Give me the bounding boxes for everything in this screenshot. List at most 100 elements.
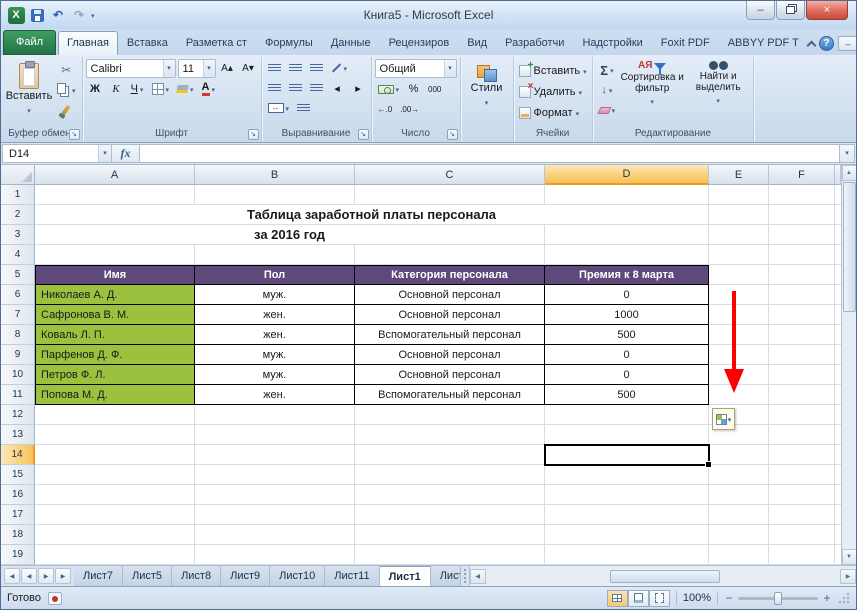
cell[interactable] <box>709 225 769 245</box>
increase-indent-button[interactable]: ▸ <box>349 79 368 97</box>
cell[interactable] <box>545 465 709 485</box>
decrease-indent-button[interactable]: ◂ <box>328 79 347 97</box>
row-header-5[interactable]: 5 <box>1 265 35 285</box>
excel-app-icon[interactable]: X <box>7 6 25 24</box>
macro-record-button[interactable] <box>48 592 62 605</box>
font-dialog-launcher[interactable]: ↘ <box>248 129 259 140</box>
increase-decimal-button[interactable]: ←.0 <box>375 100 396 118</box>
font-size-select[interactable]: 11 <box>178 59 216 78</box>
cell[interactable] <box>709 445 769 465</box>
employee-name-cell[interactable]: Коваль Л. П. <box>35 325 195 345</box>
save-button[interactable] <box>28 6 46 24</box>
borders-button[interactable] <box>149 80 173 98</box>
normal-view-button[interactable] <box>607 590 628 607</box>
expand-formula-bar-icon[interactable] <box>840 144 855 163</box>
underline-button[interactable]: Ч <box>128 80 147 98</box>
ribbon-tab-Вставка[interactable]: Вставка <box>118 31 177 55</box>
row-header-1[interactable]: 1 <box>1 185 35 205</box>
cell[interactable] <box>35 545 195 565</box>
align-middle-button[interactable] <box>286 59 305 77</box>
gender-cell[interactable]: жен. <box>195 305 355 325</box>
cell[interactable] <box>195 485 355 505</box>
align-center-button[interactable] <box>286 79 305 97</box>
cell[interactable] <box>769 385 835 405</box>
cell[interactable] <box>769 185 835 205</box>
ribbon-tab-Разметка ст[interactable]: Разметка ст <box>177 31 256 55</box>
ribbon-tab-Формулы[interactable]: Формулы <box>256 31 322 55</box>
zoom-in-button[interactable]: + <box>822 591 832 605</box>
row-header-9[interactable]: 9 <box>1 345 35 365</box>
cell[interactable] <box>709 545 769 565</box>
cell[interactable] <box>355 185 545 205</box>
cell[interactable] <box>355 465 545 485</box>
row-header-19[interactable]: 19 <box>1 545 35 565</box>
bonus-cell[interactable]: 500 <box>545 325 709 345</box>
sort-filter-button[interactable]: АЯ Сортировка и фильтр <box>620 59 684 107</box>
sheet-tab-Лист5[interactable]: Лист5 <box>123 566 172 586</box>
employee-name-cell[interactable]: Сафронова В. М. <box>35 305 195 325</box>
cell[interactable] <box>769 485 835 505</box>
cell[interactable] <box>195 545 355 565</box>
decrease-decimal-button[interactable]: .00→ <box>397 100 422 118</box>
cell[interactable] <box>709 265 769 285</box>
cell[interactable] <box>545 185 709 205</box>
cell[interactable] <box>195 405 355 425</box>
cell[interactable] <box>769 425 835 445</box>
clear-button[interactable] <box>596 101 619 119</box>
gender-cell[interactable]: жен. <box>195 325 355 345</box>
cell[interactable] <box>769 225 835 245</box>
cell[interactable] <box>709 245 769 265</box>
font-name-select[interactable]: Calibri <box>86 59 176 78</box>
cell[interactable] <box>709 465 769 485</box>
insert-function-button[interactable]: fx <box>112 144 140 163</box>
row-header-8[interactable]: 8 <box>1 325 35 345</box>
ribbon-tab-Вид[interactable]: Вид <box>458 31 496 55</box>
workbook-minimize-button[interactable]: – <box>838 36 857 51</box>
close-button[interactable]: × <box>806 1 848 20</box>
cell[interactable] <box>769 265 835 285</box>
cell[interactable] <box>769 345 835 365</box>
grow-font-button[interactable]: А▴ <box>218 60 237 78</box>
bonus-cell[interactable]: 0 <box>545 365 709 385</box>
cell[interactable] <box>545 225 709 245</box>
sheet-tab-Лист9[interactable]: Лист9 <box>221 566 270 586</box>
row-header-3[interactable]: 3 <box>1 225 35 245</box>
row-header-12[interactable]: 12 <box>1 405 35 425</box>
cell[interactable] <box>195 185 355 205</box>
minimize-ribbon-icon[interactable] <box>806 40 816 50</box>
scroll-down-button[interactable]: ▼ <box>842 549 857 565</box>
align-left-button[interactable] <box>265 79 284 97</box>
ribbon-tab-Надстройки[interactable]: Надстройки <box>573 31 651 55</box>
cell[interactable] <box>35 445 195 465</box>
undo-button[interactable]: ↶ <box>49 6 67 24</box>
zoom-thumb[interactable] <box>774 592 782 605</box>
name-box[interactable]: D14 <box>2 144 112 163</box>
cell[interactable] <box>769 245 835 265</box>
category-cell[interactable]: Основной персонал <box>355 285 545 305</box>
cell[interactable] <box>355 505 545 525</box>
bonus-cell[interactable]: 1000 <box>545 305 709 325</box>
cell[interactable] <box>35 245 195 265</box>
row-header-16[interactable]: 16 <box>1 485 35 505</box>
ribbon-tab-Рецензиров[interactable]: Рецензиров <box>380 31 459 55</box>
row-header-10[interactable]: 10 <box>1 365 35 385</box>
cell[interactable] <box>355 525 545 545</box>
ribbon-tab-Главная[interactable]: Главная <box>58 31 118 55</box>
cell[interactable] <box>35 485 195 505</box>
table-header-cell[interactable]: Пол <box>195 265 355 285</box>
previous-sheet-button[interactable]: ◀ <box>21 568 37 584</box>
insert-cells-button[interactable]: Вставить <box>517 61 589 80</box>
ribbon-tab-ABBYY PDF T[interactable]: ABBYY PDF T <box>719 31 808 55</box>
table-header-cell[interactable]: Имя <box>35 265 195 285</box>
vertical-scrollbar[interactable]: ▲ ▼ <box>841 165 856 565</box>
bonus-cell[interactable]: 0 <box>545 285 709 305</box>
cell[interactable] <box>709 525 769 545</box>
last-sheet-button[interactable]: ▶ <box>55 568 71 584</box>
row-header-18[interactable]: 18 <box>1 525 35 545</box>
cell[interactable] <box>195 425 355 445</box>
table-title[interactable]: Таблица заработной платы персонала <box>35 205 709 225</box>
row-header-14[interactable]: 14 <box>1 445 35 465</box>
scroll-left-button[interactable]: ◀ <box>470 569 486 584</box>
clipboard-dialog-launcher[interactable]: ↘ <box>69 129 80 140</box>
category-cell[interactable]: Основной персонал <box>355 345 545 365</box>
